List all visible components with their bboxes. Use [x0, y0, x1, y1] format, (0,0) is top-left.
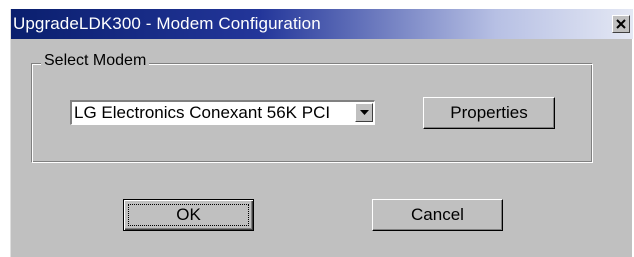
modem-select[interactable]: LG Electronics Conexant 56K PCI [70, 100, 375, 125]
cancel-button[interactable]: Cancel [372, 199, 503, 231]
select-modem-label: Select Modem [41, 52, 150, 70]
title-bar[interactable]: UpgradeLDK300 - Modem Configuration [11, 9, 633, 39]
ok-button[interactable]: OK [123, 199, 254, 231]
cancel-button-label: Cancel [411, 205, 464, 224]
chevron-down-icon [359, 110, 369, 115]
modem-select-value: LG Electronics Conexant 56K PCI [74, 103, 331, 122]
close-button[interactable] [612, 15, 630, 33]
ok-button-label: OK [176, 205, 201, 224]
ok-focus-rect: OK [128, 204, 249, 226]
close-icon [616, 19, 626, 29]
properties-button-label: Properties [450, 103, 528, 122]
modem-select-dropdown-button[interactable] [355, 103, 373, 122]
properties-button[interactable]: Properties [423, 97, 555, 129]
window-title: UpgradeLDK300 - Modem Configuration [13, 14, 321, 33]
